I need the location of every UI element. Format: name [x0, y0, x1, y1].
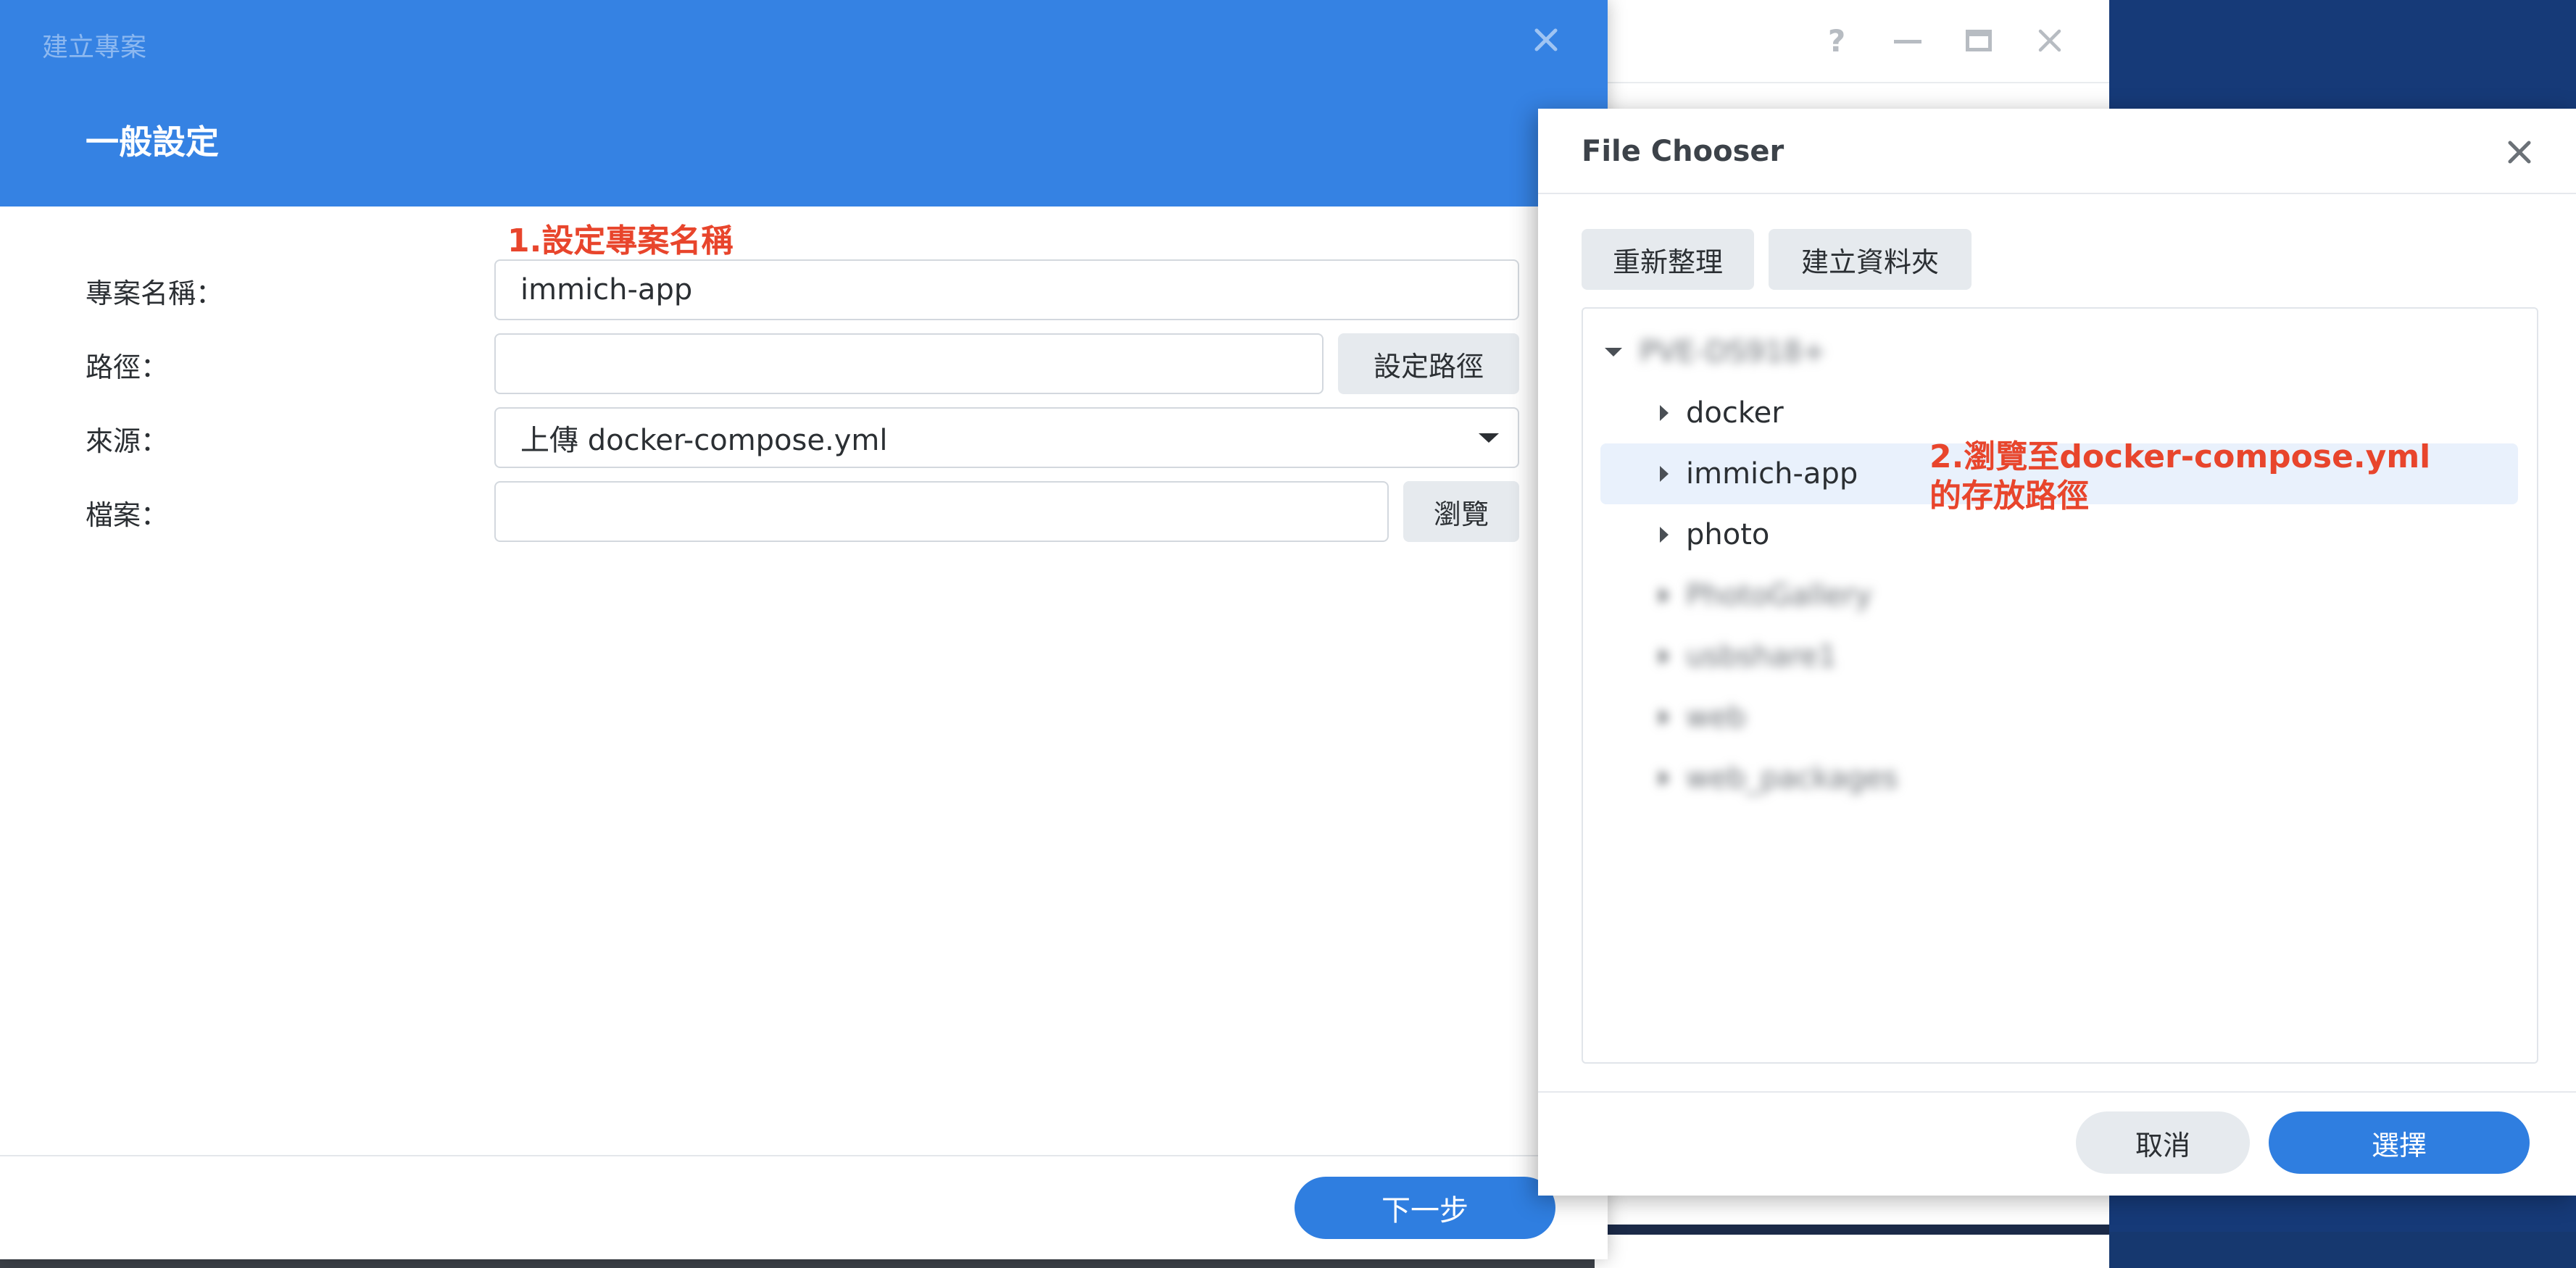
- tree-item-obscured[interactable]: web: [1600, 687, 2518, 748]
- tree-item-label: docker: [1686, 396, 1784, 430]
- background-window-titlebar: ?: [1595, 0, 2109, 83]
- chevron-right-icon[interactable]: [1660, 770, 1669, 786]
- chevron-right-icon[interactable]: [1660, 709, 1669, 725]
- tree-item-label: web: [1686, 701, 1746, 734]
- path-input[interactable]: [494, 333, 1324, 394]
- new-folder-button[interactable]: 建立資料夾: [1769, 229, 1972, 290]
- create-project-window: 建立專案 一般設定 1.設定專案名稱 專案名稱： immich-app 路徑： …: [0, 0, 1608, 1259]
- chevron-right-icon[interactable]: [1660, 588, 1669, 604]
- tree-item-label: usbshare1: [1686, 640, 1837, 673]
- browse-button[interactable]: 瀏覽: [1403, 481, 1519, 542]
- file-label: 檔案：: [86, 499, 169, 531]
- annotation-step-2: 2.瀏覽至docker-compose.yml 的存放路徑: [1929, 438, 2430, 516]
- tree-item-label: web_packages: [1686, 762, 1898, 795]
- annotation-step-1: 1.設定專案名稱: [507, 222, 734, 259]
- project-name-input[interactable]: immich-app: [494, 259, 1519, 320]
- source-label: 來源：: [86, 425, 169, 457]
- folder-tree: PVE-DS918+ docker immich-app photo Photo…: [1582, 307, 2538, 1064]
- refresh-button[interactable]: 重新整理: [1582, 229, 1754, 290]
- footer-divider: [0, 1155, 1608, 1156]
- tree-item-obscured[interactable]: web_packages: [1600, 748, 2518, 809]
- section-title: 一般設定: [86, 122, 219, 162]
- chevron-down-icon[interactable]: [1605, 348, 1622, 356]
- project-name-label: 專案名稱：: [86, 278, 224, 309]
- tree-item-label: photo: [1686, 518, 1770, 551]
- tree-root-label: PVE-DS918+: [1640, 335, 1827, 369]
- chevron-right-icon[interactable]: [1660, 648, 1669, 664]
- background-bottom: [0, 1259, 1740, 1268]
- help-icon[interactable]: ?: [1816, 20, 1857, 61]
- chevron-right-icon[interactable]: [1660, 466, 1669, 482]
- tree-item-docker[interactable]: docker: [1600, 383, 2518, 443]
- tree-root[interactable]: PVE-DS918+: [1600, 322, 2518, 383]
- annotation-line: 的存放路徑: [1929, 477, 2089, 514]
- project-name-value: immich-app: [520, 273, 693, 306]
- window-title: 建立專案: [42, 33, 147, 62]
- tree-item-obscured[interactable]: PhotoGallery: [1600, 565, 2518, 626]
- close-icon[interactable]: [2502, 135, 2537, 170]
- footer-divider: [1538, 1091, 2576, 1093]
- close-icon[interactable]: [2029, 20, 2070, 61]
- tree-item-obscured[interactable]: usbshare1: [1600, 626, 2518, 687]
- source-select[interactable]: 上傳 docker-compose.yml: [494, 407, 1519, 468]
- next-button[interactable]: 下一步: [1295, 1177, 1555, 1239]
- chevron-right-icon[interactable]: [1660, 405, 1669, 421]
- window-header: 建立專案 一般設定: [0, 0, 1608, 207]
- cancel-button[interactable]: 取消: [2076, 1111, 2250, 1174]
- select-button[interactable]: 選擇: [2269, 1111, 2530, 1174]
- minimize-icon[interactable]: [1887, 20, 1928, 61]
- desktop: ? 建立專案 一般設定 1.設定專案名稱 專案名稱： immich-app 路徑…: [0, 0, 2576, 1268]
- maximize-icon[interactable]: [1958, 20, 1999, 61]
- chevron-right-icon[interactable]: [1660, 527, 1669, 543]
- file-chooser-dialog: File Chooser 重新整理 建立資料夾 PVE-DS918+ docke…: [1538, 109, 2576, 1196]
- dialog-title: File Chooser: [1582, 135, 1784, 168]
- background-window-bottom: [1595, 1225, 2109, 1235]
- path-label: 路徑：: [86, 351, 169, 383]
- tree-item-label: immich-app: [1686, 457, 1858, 491]
- close-icon[interactable]: [1528, 22, 1564, 58]
- chevron-down-icon: [1479, 433, 1499, 443]
- set-path-button[interactable]: 設定路徑: [1338, 333, 1519, 394]
- source-value: 上傳 docker-compose.yml: [520, 424, 888, 457]
- header-divider: [1538, 193, 2576, 194]
- tree-item-label: PhotoGallery: [1686, 579, 1872, 612]
- annotation-line: 2.瀏覽至docker-compose.yml: [1929, 438, 2431, 475]
- file-input[interactable]: [494, 481, 1389, 542]
